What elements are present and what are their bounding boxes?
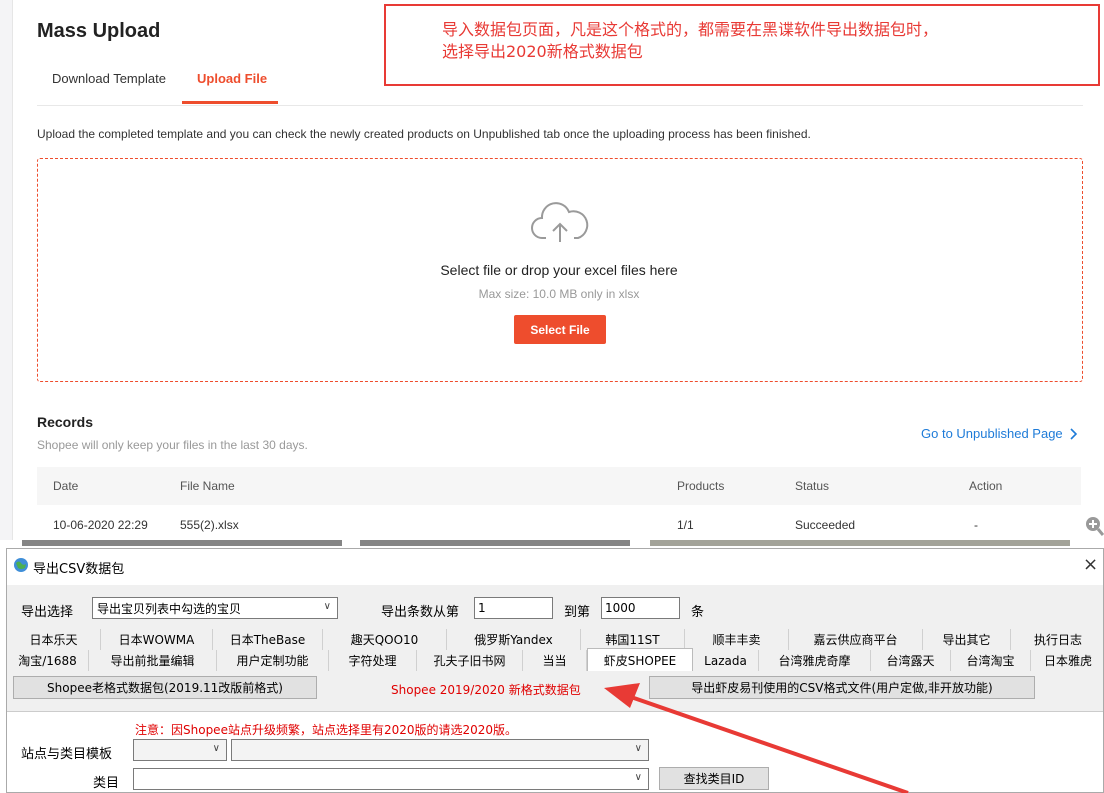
export-csv-dialog: 导出CSV数据包 × 导出选择 导出宝贝列表中勾选的宝贝 ∨ 导出条数从第 1 … <box>6 548 1104 793</box>
callout-line-2: 选择导出2020新格式数据包 <box>442 42 643 61</box>
tab-dangdang[interactable]: 当当 <box>523 650 587 671</box>
notice-text: 注意：因Shopee站点升级频繁，站点选择里有2020版的请选2020版。 <box>135 723 518 737</box>
tab-rakuten[interactable]: 日本乐天 <box>7 629 101 650</box>
upload-description: Upload the completed template and you ca… <box>37 127 811 141</box>
subtab-export-csv[interactable]: 导出虾皮易刊使用的CSV格式文件(用户定做,非开放功能) <box>649 676 1035 699</box>
tab-tw-ruten[interactable]: 台湾露天 <box>871 650 951 671</box>
site-select[interactable]: ∨ <box>133 739 227 761</box>
tab-jp-yahoo[interactable]: 日本雅虎 <box>1031 650 1103 671</box>
chevron-down-icon: ∨ <box>634 772 642 783</box>
dialog-body: 导出选择 导出宝贝列表中勾选的宝贝 ∨ 导出条数从第 1 到第 1000 条 日… <box>7 585 1103 792</box>
dialog-title: 导出CSV数据包 <box>33 562 125 577</box>
chevron-down-icon: ∨ <box>323 601 331 612</box>
cloud-upload-icon <box>531 202 589 242</box>
tab-shopee[interactable]: 虾皮SHOPEE <box>587 648 693 671</box>
site-template-label: 站点与类目模板 <box>21 747 113 762</box>
tab-batch-edit[interactable]: 导出前批量编辑 <box>89 650 217 671</box>
export-select-dropdown[interactable]: 导出宝贝列表中勾选的宝贝 ∨ <box>92 597 338 619</box>
tab-taobao-1688[interactable]: 淘宝/1688 <box>7 650 89 671</box>
tab-download-template[interactable]: Download Template <box>52 71 166 86</box>
subtab-new-format[interactable]: Shopee 2019/2020 新格式数据包 <box>391 681 581 698</box>
count-from-label: 导出条数从第 <box>381 605 460 620</box>
dropzone-title: Select file or drop your excel files her… <box>440 262 678 278</box>
shopee-settings-panel: 注意：因Shopee站点升级频繁，站点选择里有2020版的请选2020版。 站点… <box>7 711 1103 792</box>
tab-string-process[interactable]: 字符处理 <box>329 650 417 671</box>
annotation-callout: 导入数据包页面，凡是这个格式的，都需要在黑谍软件导出数据包时， 选择导出2020… <box>384 4 1100 86</box>
callout-text: 导入数据包页面，凡是这个格式的，都需要在黑谍软件导出数据包时， 选择导出2020… <box>442 19 938 63</box>
chevron-down-icon: ∨ <box>212 743 220 754</box>
select-file-button[interactable]: Select File <box>514 315 606 344</box>
chevron-right-icon <box>1070 427 1077 440</box>
category-label: 类目 <box>93 776 120 791</box>
column-date: Date <box>53 479 79 493</box>
records-subtitle: Shopee will only keep your files in the … <box>37 438 308 452</box>
records-title: Records <box>37 414 94 430</box>
column-file-name: File Name <box>180 479 235 493</box>
row-date: 10-06-2020 22:29 <box>53 518 148 532</box>
tab-row-2: 淘宝/1688 导出前批量编辑 用户定制功能 字符处理 孔夫子旧书网 当当 虾皮… <box>7 648 1103 671</box>
category-select[interactable]: ∨ <box>133 768 649 790</box>
table-row: 10-06-2020 22:29 555(2).xlsx 1/1 Succeed… <box>37 505 1081 545</box>
tab-sf-fengmai[interactable]: 顺丰丰卖 <box>685 629 789 650</box>
tab-yandex[interactable]: 俄罗斯Yandex <box>447 629 581 650</box>
tab-11st[interactable]: 韩国11ST <box>581 629 685 650</box>
tab-lazada[interactable]: Lazada <box>693 650 759 671</box>
row-products: 1/1 <box>677 518 694 532</box>
column-status: Status <box>795 479 830 493</box>
find-category-id-button[interactable]: 查找类目ID <box>659 767 769 790</box>
row-file-name: 555(2).xlsx <box>180 518 239 532</box>
tab-export-other[interactable]: 导出其它 <box>923 629 1011 650</box>
tab-divider <box>37 105 1083 106</box>
obscured-text-strip <box>0 540 1104 548</box>
table-header: Date File Name Products Status Action <box>37 467 1081 505</box>
row-status: Succeeded <box>795 518 856 532</box>
count-to-input[interactable]: 1000 <box>601 597 680 619</box>
count-to-label: 到第 <box>564 605 591 620</box>
tab-thebase[interactable]: 日本TheBase <box>213 629 323 650</box>
records-table: Date File Name Products Status Action 10… <box>37 467 1081 545</box>
column-action: Action <box>969 479 1003 493</box>
count-unit-label: 条 <box>691 605 705 620</box>
tab-wowma[interactable]: 日本WOWMA <box>101 629 213 650</box>
export-select-value: 导出宝贝列表中勾选的宝贝 <box>97 601 242 616</box>
template-select[interactable]: ∨ <box>231 739 649 761</box>
close-icon[interactable]: × <box>1083 554 1098 575</box>
tab-exec-log[interactable]: 执行日志 <box>1011 629 1103 650</box>
mass-upload-page: Mass Upload Download Template Upload Fil… <box>0 0 1104 545</box>
zoom-in-icon[interactable] <box>1084 515 1104 537</box>
tab-kongfuzi[interactable]: 孔夫子旧书网 <box>417 650 523 671</box>
tab-tw-yahoo[interactable]: 台湾雅虎奇摩 <box>759 650 871 671</box>
chevron-down-icon: ∨ <box>634 743 642 754</box>
tab-upload-file[interactable]: Upload File <box>197 71 267 86</box>
column-products: Products <box>677 479 725 493</box>
active-tab-indicator <box>182 101 278 104</box>
tab-tw-taobao[interactable]: 台湾淘宝 <box>951 650 1031 671</box>
go-to-unpublished-label: Go to Unpublished Page <box>921 426 1063 441</box>
tab-jiayun[interactable]: 嘉云供应商平台 <box>789 629 923 650</box>
callout-line-1: 导入数据包页面，凡是这个格式的，都需要在黑谍软件导出数据包时， <box>442 20 939 39</box>
dropzone-hint: Max size: 10.0 MB only in xlsx <box>478 287 640 301</box>
app-globe-icon <box>14 558 28 572</box>
subtab-old-format[interactable]: Shopee老格式数据包(2019.11改版前格式) <box>13 676 317 699</box>
tab-row-1: 日本乐天 日本WOWMA 日本TheBase 趣天QOO10 俄罗斯Yandex… <box>7 629 1103 650</box>
tab-qoo10[interactable]: 趣天QOO10 <box>323 629 447 650</box>
page-title: Mass Upload <box>37 20 161 42</box>
tab-user-custom[interactable]: 用户定制功能 <box>217 650 329 671</box>
go-to-unpublished-link[interactable]: Go to Unpublished Page <box>921 426 1078 441</box>
count-from-input[interactable]: 1 <box>474 597 553 619</box>
export-select-label: 导出选择 <box>21 605 74 620</box>
row-action: - <box>974 518 978 532</box>
